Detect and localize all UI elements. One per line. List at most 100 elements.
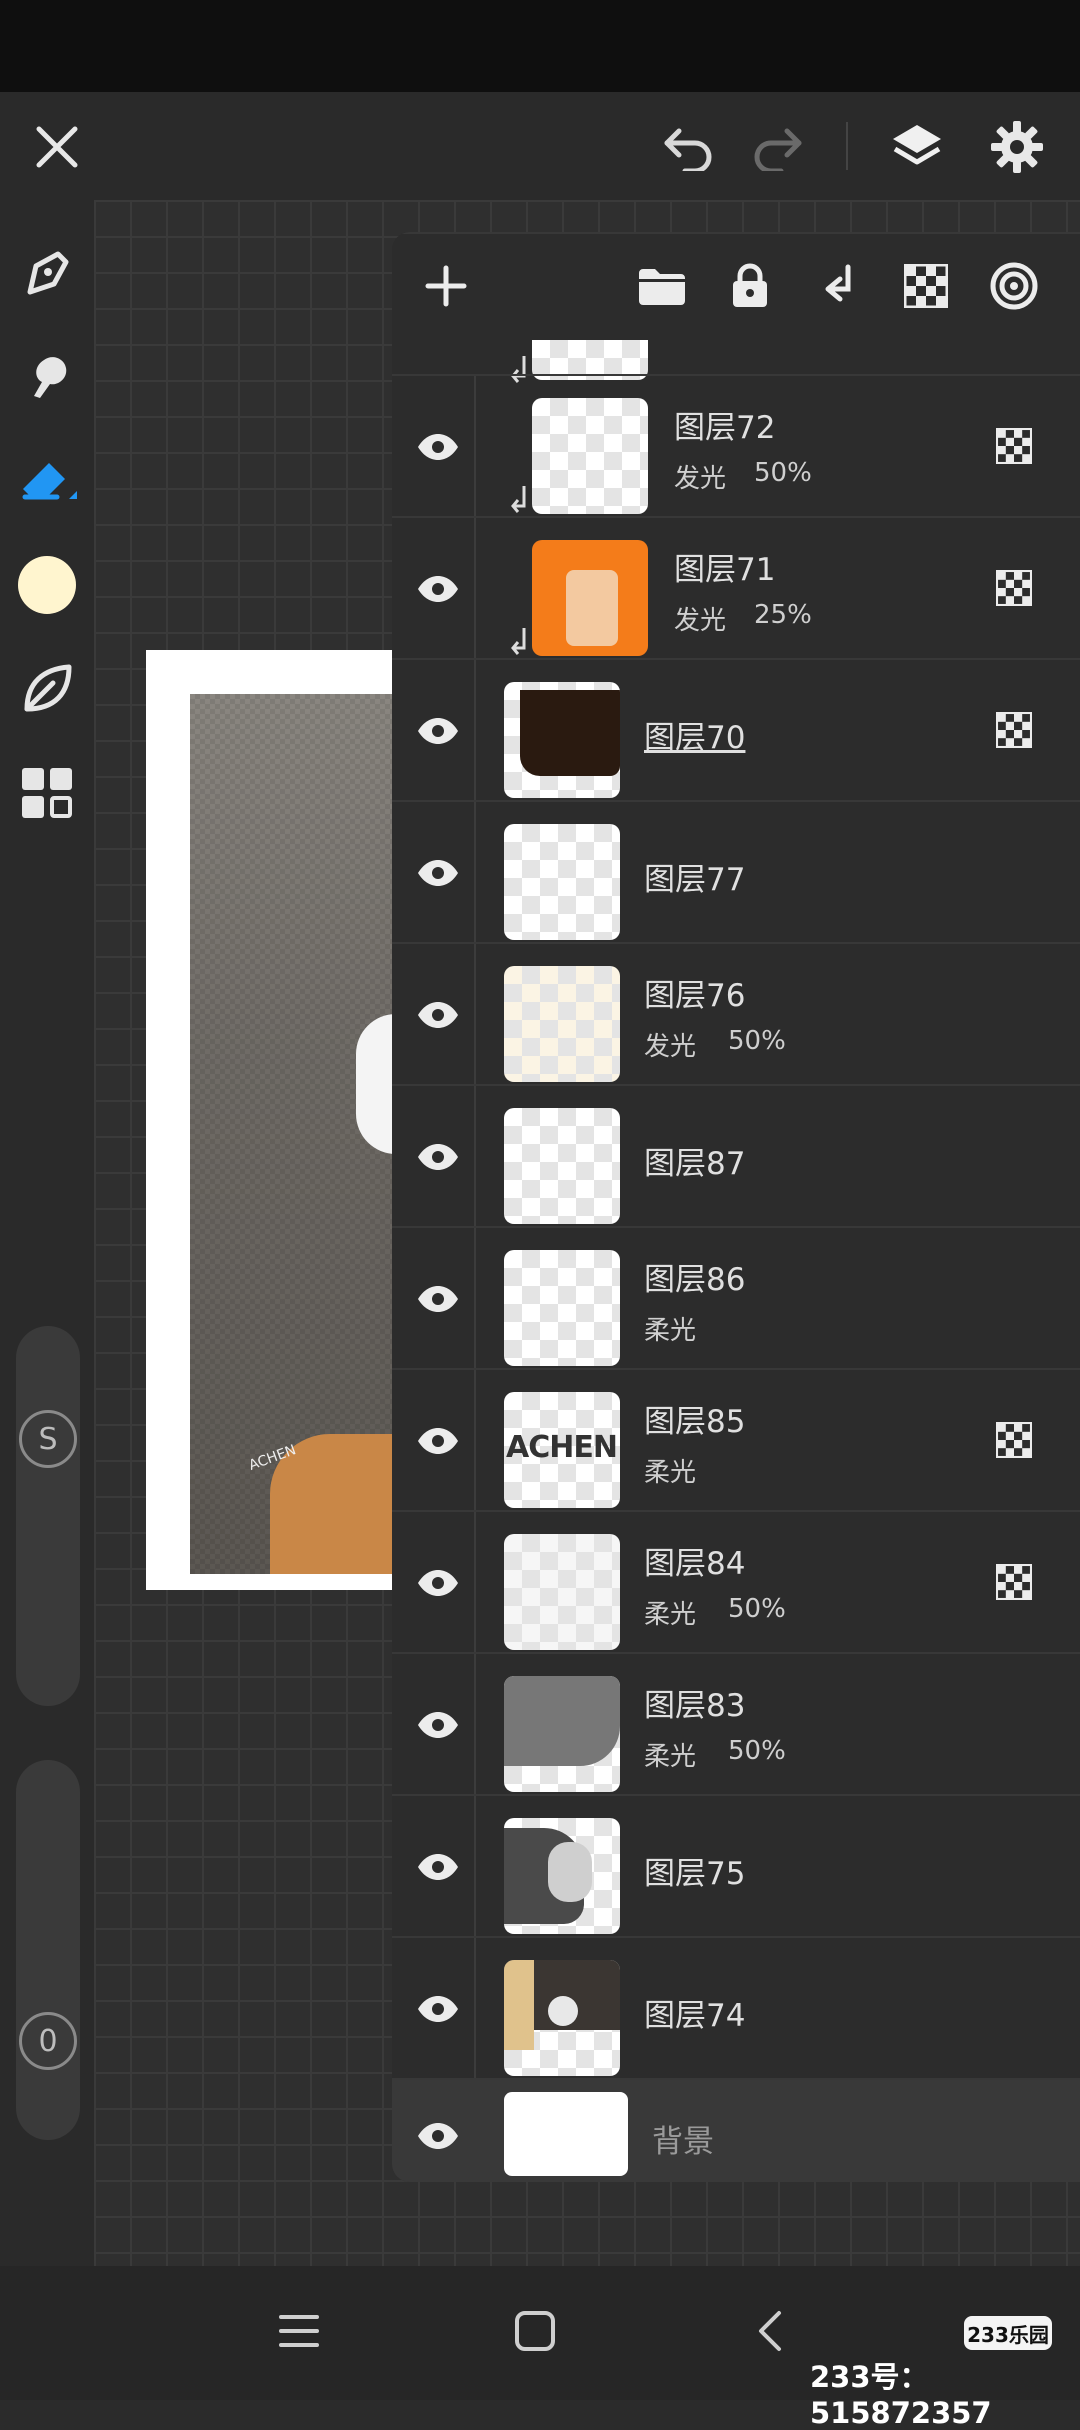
brush-tool-icon [27,251,69,295]
layer-row-selected[interactable]: 图层70 [392,658,1080,802]
layer-group-line [474,1654,476,1796]
visibility-toggle[interactable] [412,2110,464,2162]
layer-opacity: 50% [728,1026,786,1056]
gallery-tool[interactable] [14,760,80,826]
home-button[interactable] [500,2296,570,2366]
layer-group-line [474,518,476,660]
eye-icon [418,718,458,744]
smudge-tool[interactable] [14,342,80,408]
visibility-toggle[interactable] [412,1557,464,1609]
eye-icon [418,860,458,886]
layer-group-line [474,1228,476,1370]
visibility-toggle[interactable] [412,1841,464,1893]
visibility-toggle[interactable] [412,1699,464,1751]
settings-button[interactable] [982,112,1052,182]
layer-row[interactable]: 图层74 [392,1936,1080,2080]
thumbnail-highlight [548,1842,592,1902]
background-layer-name: 背景 [652,2124,714,2160]
layer-row[interactable]: 图层84 柔光 50% [392,1510,1080,1654]
layer-blend-mode: 发光 [644,1032,697,1062]
back-button[interactable] [736,2296,806,2366]
layer-name: 图层86 [644,1262,746,1298]
redo-button[interactable] [742,112,812,182]
alpha-lock-icon[interactable] [996,428,1032,464]
brush-tool[interactable] [14,240,80,306]
layer-thumbnail [504,1534,620,1650]
layer-row[interactable]: 图层86 柔光 [392,1226,1080,1370]
visibility-toggle[interactable] [412,989,464,1041]
visibility-toggle[interactable] [412,1131,464,1183]
recent-apps-button[interactable] [264,2296,334,2366]
status-bar [0,0,1080,92]
layer-row[interactable]: 图层87 [392,1084,1080,1228]
menu-icon [279,2315,319,2347]
layer-group-line [474,376,476,518]
alpha-lock-icon[interactable] [996,1564,1032,1600]
layer-name: 图层84 [644,1546,746,1582]
divider [846,122,848,170]
visibility-toggle[interactable] [412,1415,464,1467]
eye-icon [418,1286,458,1312]
brush-size-knob[interactable]: S [19,1410,77,1468]
layer-thumbnail [504,824,620,940]
clipping-mask-icon [511,628,526,655]
home-square-icon [515,2311,555,2351]
layer-row[interactable]: 图层76 发光 50% [392,942,1080,1086]
layer-name: 图层70 [644,720,746,756]
layer-row-partial[interactable] [392,232,1080,383]
layer-group-line [474,1796,476,1938]
undo-icon [664,128,712,171]
layer-name: 图层76 [644,978,746,1014]
eye-icon [418,1712,458,1738]
layer-thumbnail [504,1108,620,1224]
layer-thumbnail [504,1818,620,1934]
eye-icon [418,1570,458,1596]
eye-icon [418,434,458,460]
layer-row[interactable]: 图层75 [392,1794,1080,1938]
brush-size-slider[interactable]: S [16,1326,80,1706]
artwork-canvas[interactable]: ACHEN [146,650,396,1590]
layer-name: 图层72 [674,410,776,446]
color-swatch [18,556,76,614]
layer-name: 图层75 [644,1856,746,1892]
layer-name: 图层77 [644,862,746,898]
layer-row[interactable]: 图层72 发光 50% [392,374,1080,518]
color-picker[interactable] [14,552,80,618]
close-button[interactable] [22,112,92,182]
layer-group-line [474,1512,476,1654]
layer-opacity: 50% [754,458,812,488]
background-layer-row[interactable]: 背景 [392,2078,1080,2182]
visibility-toggle[interactable] [412,1983,464,2035]
layer-row[interactable]: ACHEN 图层85 柔光 [392,1368,1080,1512]
layer-blend-mode: 柔光 [644,1600,697,1630]
layer-thumbnail [532,540,648,656]
layer-row[interactable]: 图层83 柔光 50% [392,1652,1080,1796]
visibility-toggle[interactable] [412,1273,464,1325]
opacity-slider[interactable]: 0 [16,1760,80,2140]
undo-button[interactable] [654,112,724,182]
close-icon [36,126,78,168]
visibility-toggle[interactable] [412,705,464,757]
layer-group-line [474,660,476,802]
thumbnail-highlight-2 [548,1996,578,2026]
layer-row[interactable]: 图层77 [392,800,1080,944]
leaf-tool[interactable] [14,656,80,722]
visibility-toggle[interactable] [412,563,464,615]
top-bar [0,92,1080,200]
layers-button[interactable] [882,112,952,182]
artwork-figure-hair [356,1014,396,1154]
layer-thumbnail [504,682,620,798]
left-toolbar: S 0 [0,200,94,2266]
opacity-knob[interactable]: 0 [19,2012,77,2070]
layers-icon [893,125,941,165]
layer-name: 图层85 [644,1404,746,1440]
visibility-toggle[interactable] [412,847,464,899]
alpha-lock-icon[interactable] [996,712,1032,748]
alpha-lock-icon[interactable] [996,570,1032,606]
eye-icon [418,1996,458,2022]
layer-name: 图层83 [644,1688,746,1724]
layer-row[interactable]: 图层71 发光 25% [392,516,1080,660]
visibility-toggle[interactable] [412,421,464,473]
alpha-lock-icon[interactable] [996,1422,1032,1458]
eraser-tool[interactable] [14,446,80,512]
